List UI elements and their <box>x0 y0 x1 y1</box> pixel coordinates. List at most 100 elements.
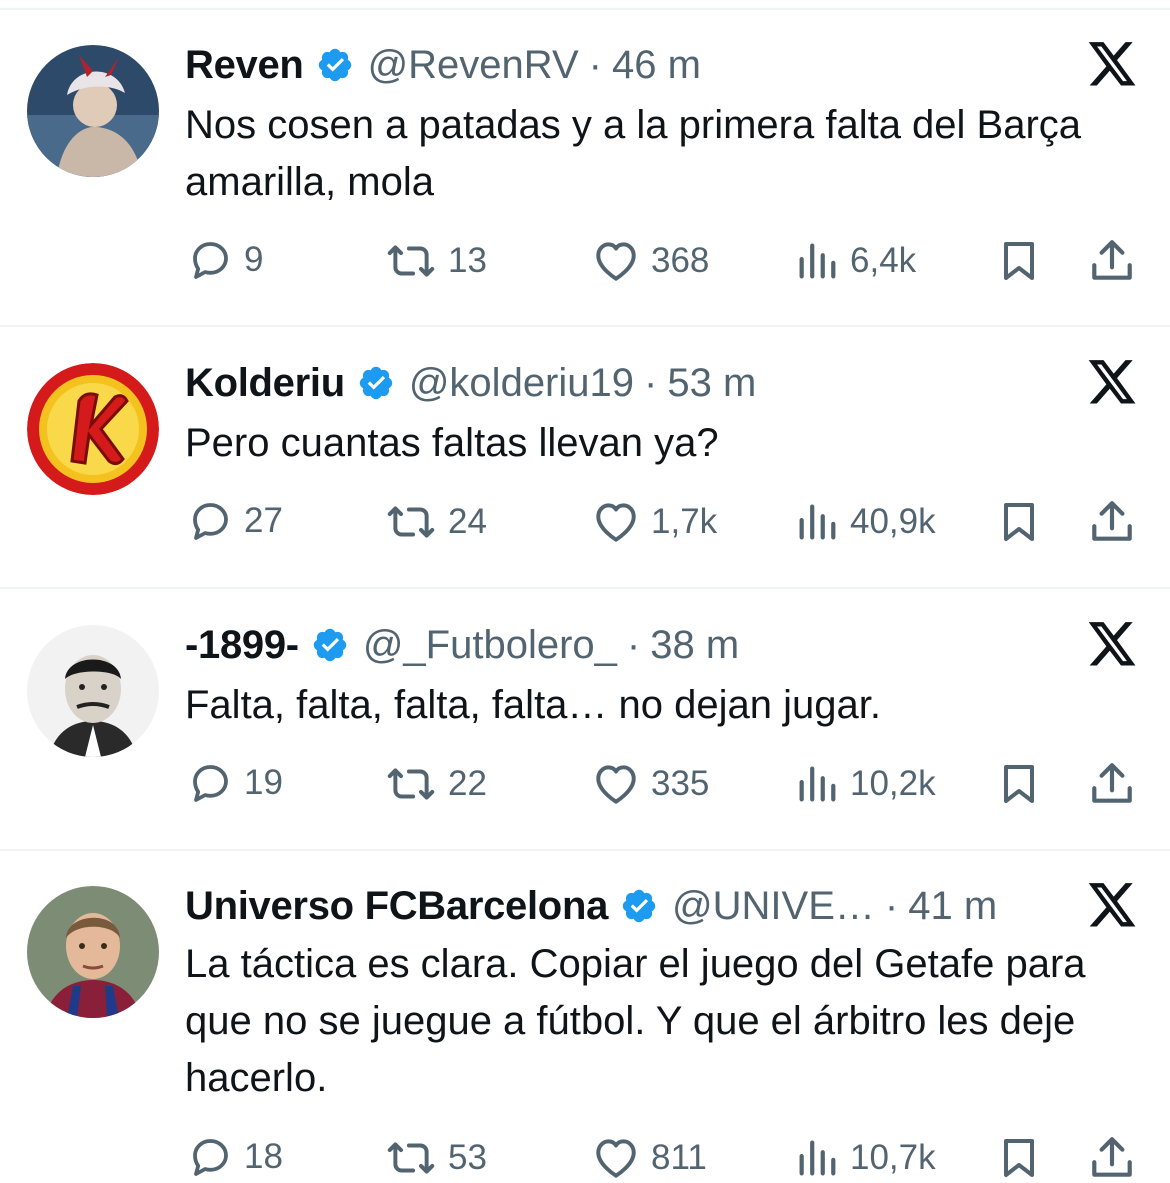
timestamp[interactable]: 38 m <box>650 623 739 668</box>
reply-count: 27 <box>244 501 283 540</box>
views-icon <box>794 497 840 547</box>
verified-badge-icon <box>311 626 349 664</box>
bookmark-icon[interactable] <box>995 759 1043 809</box>
user-handle[interactable]: @_Futbolero_ <box>363 623 617 668</box>
views-icon <box>794 759 840 809</box>
tweet[interactable]: Universo FCBarcelona @UNIVE… · 41 m La t… <box>0 851 1170 1177</box>
display-name[interactable]: -1899- <box>185 623 299 668</box>
tweet-text: Pero cuantas faltas llevan ya? <box>185 421 719 465</box>
repost-button[interactable]: 24 <box>384 497 487 547</box>
like-button[interactable]: 811 <box>591 1133 707 1183</box>
separator: · <box>644 360 658 405</box>
views-icon <box>794 236 840 286</box>
tweet-text: Nos cosen a patadas y a la primera falta… <box>185 103 1082 204</box>
verified-badge-icon <box>357 364 395 402</box>
like-count: 335 <box>651 764 710 803</box>
heart-icon <box>591 1133 641 1183</box>
share-icon[interactable] <box>1086 497 1138 547</box>
user-handle[interactable]: @kolderiu19 <box>409 361 634 406</box>
reply-icon <box>186 1133 234 1181</box>
reply-count: 18 <box>244 1137 283 1176</box>
repost-icon <box>384 236 438 286</box>
repost-button[interactable]: 53 <box>384 1133 487 1183</box>
like-button[interactable]: 368 <box>591 236 709 286</box>
like-count: 368 <box>651 241 710 280</box>
separator: · <box>626 622 641 667</box>
heart-icon <box>591 497 641 547</box>
display-name[interactable]: Reven <box>185 43 304 88</box>
avatar[interactable] <box>27 45 159 177</box>
action-bar: 18 53 811 10,7k <box>0 1133 1170 1183</box>
repost-count: 53 <box>448 1138 487 1177</box>
action-bar: 9 13 368 6,4k <box>0 236 1170 286</box>
tweet-header: Kolderiu @kolderiu19 · 53 m <box>185 358 756 408</box>
separator: · <box>588 42 602 87</box>
views-button[interactable]: 6,4k <box>794 236 916 286</box>
bookmark-icon[interactable] <box>995 1133 1043 1183</box>
avatar[interactable] <box>27 886 159 1018</box>
timestamp[interactable]: 46 m <box>612 43 701 88</box>
tweet-header: -1899- @_Futbolero_ · 38 m <box>185 620 739 670</box>
heart-icon <box>591 759 641 809</box>
timestamp[interactable]: 53 m <box>667 361 756 406</box>
views-button[interactable]: 10,2k <box>794 759 936 809</box>
action-bar: 19 22 335 10,2k <box>0 759 1170 809</box>
reply-count: 19 <box>244 763 283 802</box>
reply-button[interactable]: 9 <box>186 236 263 284</box>
share-icon[interactable] <box>1086 759 1138 809</box>
display-name[interactable]: Kolderiu <box>185 361 345 406</box>
reply-icon <box>186 236 234 284</box>
x-logo-icon[interactable] <box>1086 42 1138 90</box>
share-icon[interactable] <box>1086 236 1138 286</box>
user-handle[interactable]: @RevenRV <box>368 43 579 88</box>
tweet[interactable]: -1899- @_Futbolero_ · 38 m Falta, falta,… <box>0 589 1170 849</box>
views-button[interactable]: 40,9k <box>794 497 936 547</box>
reply-icon <box>186 497 234 545</box>
share-icon[interactable] <box>1086 1133 1138 1183</box>
reply-button[interactable]: 18 <box>186 1133 283 1181</box>
view-count: 40,9k <box>850 502 936 541</box>
tweet-header: Reven @RevenRV · 46 m <box>185 40 701 90</box>
like-count: 1,7k <box>651 502 718 541</box>
repost-button[interactable]: 13 <box>384 236 487 286</box>
timestamp[interactable]: 41 m <box>908 884 997 929</box>
like-button[interactable]: 335 <box>591 759 709 809</box>
user-handle[interactable]: @UNIVE… <box>672 884 875 929</box>
display-name[interactable]: Universo FCBarcelona <box>185 884 608 929</box>
repost-count: 13 <box>448 241 487 280</box>
avatar[interactable] <box>27 625 159 757</box>
repost-button[interactable]: 22 <box>384 759 487 809</box>
view-count: 6,4k <box>850 241 917 280</box>
action-bar: 27 24 1,7k 40,9k <box>0 497 1170 547</box>
repost-icon <box>384 497 438 547</box>
repost-count: 22 <box>448 764 487 803</box>
tweet-header: Universo FCBarcelona @UNIVE… · 41 m <box>185 881 997 931</box>
x-logo-icon[interactable] <box>1086 622 1138 670</box>
bookmark-icon[interactable] <box>995 236 1043 286</box>
tweet-text: Falta, falta, falta, falta… no dejan jug… <box>185 683 881 727</box>
view-count: 10,7k <box>850 1138 936 1177</box>
repost-icon <box>384 1133 438 1183</box>
x-logo-icon[interactable] <box>1086 360 1138 408</box>
avatar[interactable] <box>27 363 159 495</box>
reply-button[interactable]: 27 <box>186 497 283 545</box>
tweet[interactable]: Reven @RevenRV · 46 m Nos cosen a patada… <box>0 0 1170 325</box>
separator: · <box>884 883 899 928</box>
reply-count: 9 <box>244 240 264 279</box>
reply-button[interactable]: 19 <box>186 759 283 807</box>
reply-icon <box>186 759 234 807</box>
tweet-text: La táctica es clara. Copiar el juego del… <box>185 942 1086 1100</box>
verified-badge-icon <box>316 46 354 84</box>
verified-badge-icon <box>620 887 658 925</box>
tweet[interactable]: Kolderiu @kolderiu19 · 53 m Pero cuantas… <box>0 327 1170 587</box>
view-count: 10,2k <box>850 764 936 803</box>
like-button[interactable]: 1,7k <box>591 497 717 547</box>
bookmark-icon[interactable] <box>995 497 1043 547</box>
views-icon <box>794 1133 840 1183</box>
views-button[interactable]: 10,7k <box>794 1133 936 1183</box>
like-count: 811 <box>651 1138 707 1177</box>
repost-count: 24 <box>448 502 487 541</box>
x-logo-icon[interactable] <box>1086 883 1138 931</box>
repost-icon <box>384 759 438 809</box>
heart-icon <box>591 236 641 286</box>
